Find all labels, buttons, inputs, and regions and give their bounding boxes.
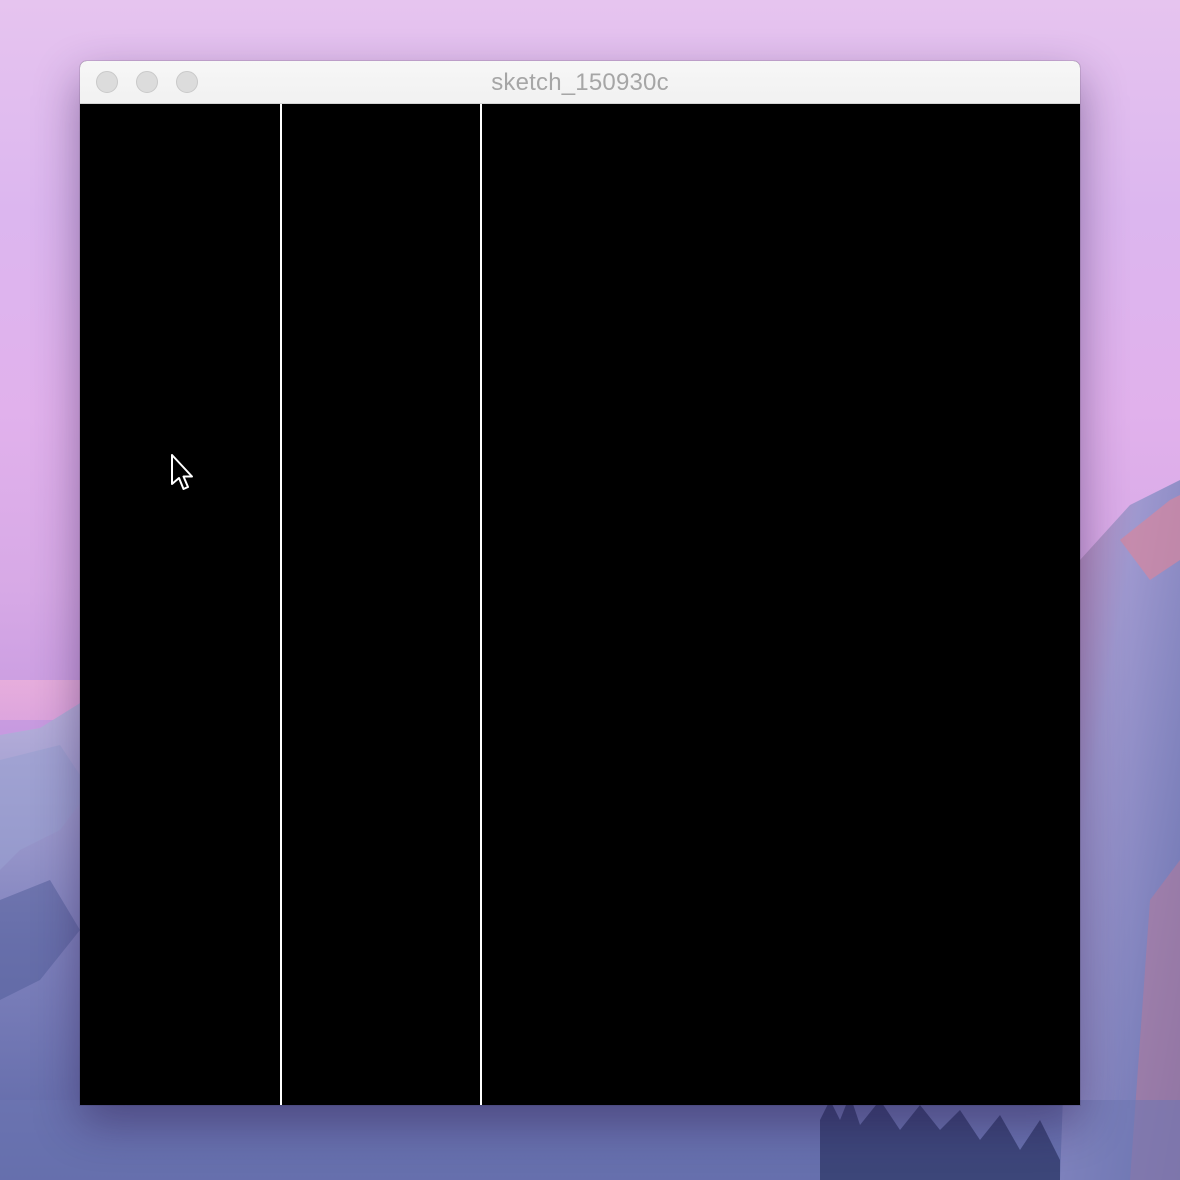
desktop: sketch_150930c	[0, 0, 1180, 1180]
vertical-line	[480, 104, 482, 1105]
sketch-window: sketch_150930c	[80, 61, 1080, 1105]
sketch-canvas[interactable]	[80, 104, 1080, 1105]
window-title: sketch_150930c	[491, 69, 669, 96]
mouse-pointer-icon	[171, 454, 193, 490]
vertical-line	[280, 104, 282, 1105]
title-bar[interactable]: sketch_150930c	[80, 61, 1080, 104]
